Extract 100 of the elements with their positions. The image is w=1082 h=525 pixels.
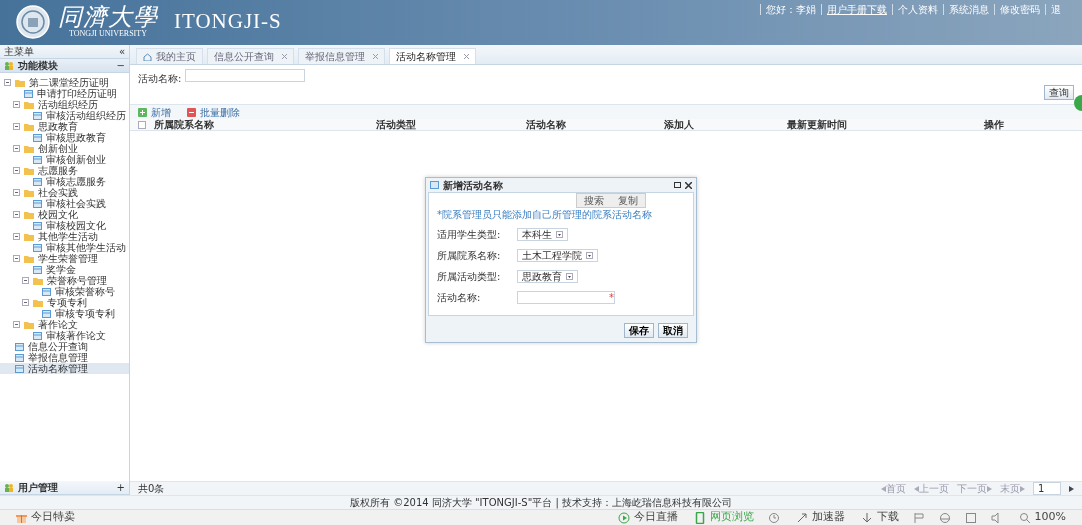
record-count: 共0条 xyxy=(138,483,165,494)
folder-icon xyxy=(24,320,34,329)
popup-button[interactable]: 复制 xyxy=(611,194,645,207)
tree-item[interactable]: 社会实践 xyxy=(0,187,129,198)
field-label: 所属院系名称: xyxy=(437,250,502,261)
tree-item[interactable]: 其他学生活动 xyxy=(0,231,129,242)
tree-item[interactable]: 审核其他学生活动 xyxy=(0,242,129,253)
tree-item[interactable]: 奖学金 xyxy=(0,264,129,275)
search-icon xyxy=(1018,511,1031,524)
tree-item[interactable]: 学生荣誉管理 xyxy=(0,253,129,264)
toolbar-button[interactable]: 批量删除 xyxy=(187,106,240,118)
panel-header[interactable]: 用户管理 + xyxy=(0,481,129,495)
collapse-icon[interactable] xyxy=(13,211,20,218)
column-header: 活动类型 xyxy=(376,119,417,130)
panel-header[interactable]: 功能模块 − xyxy=(0,59,129,73)
tree-item[interactable]: 审核荣誉称号 xyxy=(0,286,129,297)
list-icon xyxy=(15,342,24,351)
tree-item[interactable]: 信息公开查询 xyxy=(0,341,129,352)
tab[interactable]: 我的主页 xyxy=(136,48,203,64)
close-icon[interactable] xyxy=(685,181,692,189)
tree-item[interactable]: 举报信息管理 xyxy=(0,352,129,363)
tree-item[interactable]: 审核创新创业 xyxy=(0,154,129,165)
search-button[interactable]: 查询 xyxy=(1044,85,1074,100)
tree-item[interactable]: 志愿服务 xyxy=(0,165,129,176)
tree-item[interactable]: 专项专利 xyxy=(0,297,129,308)
panel-toggle[interactable]: − xyxy=(116,60,125,71)
tree-item[interactable]: 审核活动组织经历 xyxy=(0,110,129,121)
tree-item[interactable]: 活动组织经历 xyxy=(0,99,129,110)
item-label: 审核专项专利 xyxy=(55,308,115,319)
right-arrow-icon[interactable] xyxy=(1069,485,1074,492)
tab[interactable]: 活动名称管理 xyxy=(389,48,476,64)
folder-icon xyxy=(24,188,34,197)
select-field[interactable]: 思政教育 xyxy=(517,270,578,283)
list-icon xyxy=(33,177,42,186)
logo-subtitle: TONGJI UNIVERSITY xyxy=(69,30,147,40)
checkbox[interactable] xyxy=(138,120,146,129)
collapse-icon[interactable] xyxy=(4,79,11,86)
collapse-icon[interactable] xyxy=(13,233,20,240)
tab[interactable]: 信息公开查询 xyxy=(207,48,294,64)
status-item[interactable]: 下载 xyxy=(860,511,899,524)
list-icon xyxy=(33,331,42,340)
item-label: 活动组织经历 xyxy=(38,99,98,110)
item-label: 审核著作论文 xyxy=(46,330,106,341)
history-icon[interactable] xyxy=(767,511,780,524)
collapse-icon[interactable] xyxy=(13,255,20,262)
item-label: 审核其他学生活动 xyxy=(46,242,126,253)
status-item[interactable]: 今日直播 xyxy=(617,511,678,524)
collapse-icon[interactable] xyxy=(13,321,20,328)
globe-icon[interactable] xyxy=(938,511,951,524)
collapse-icon[interactable] xyxy=(13,189,20,196)
select-field[interactable]: 土木工程学院 xyxy=(517,249,598,262)
users-icon xyxy=(4,483,14,492)
tree-item[interactable]: 审核校园文化 xyxy=(0,220,129,231)
status-item[interactable]: 100% xyxy=(1018,511,1066,524)
list-icon xyxy=(33,221,42,230)
item-label: 创新创业 xyxy=(38,143,78,154)
tab[interactable]: 举报信息管理 xyxy=(298,48,385,64)
tree-item[interactable]: 活动名称管理 xyxy=(0,363,129,374)
popup-button[interactable]: 搜索 xyxy=(577,194,611,207)
collapse-icon[interactable] xyxy=(13,167,20,174)
toolbar-button[interactable]: 新增 xyxy=(138,106,171,118)
page-field[interactable]: 1 xyxy=(1033,482,1061,495)
tree-item[interactable]: 第二课堂经历证明 xyxy=(0,77,129,88)
tree-item[interactable]: 著作论文 xyxy=(0,319,129,330)
top-text: 系统消息 xyxy=(943,4,994,15)
tree-item[interactable]: 审核专项专利 xyxy=(0,308,129,319)
tree-item[interactable]: 思政教育 xyxy=(0,121,129,132)
tree-item[interactable]: 审核社会实践 xyxy=(0,198,129,209)
dialog-button[interactable]: 保存 xyxy=(624,323,654,338)
status-item[interactable]: 今日特卖 xyxy=(16,511,75,524)
collapse-icon[interactable] xyxy=(13,123,20,130)
logo-text: 同濟大學 xyxy=(58,4,158,31)
tree-item[interactable]: 申请打印经历证明 xyxy=(0,88,129,99)
collapse-icon[interactable] xyxy=(22,299,29,306)
note-text: *院系管理员只能添加自己所管理的院系活动名称 xyxy=(437,209,653,220)
tree-item[interactable]: 荣誉称号管理 xyxy=(0,275,129,286)
folder-icon xyxy=(33,276,43,285)
select-field[interactable]: 本科生 xyxy=(517,228,568,241)
item-label: 申请打印经历证明 xyxy=(37,88,117,99)
panel-title: 功能模块 xyxy=(18,60,59,71)
tree-item[interactable]: 审核著作论文 xyxy=(0,330,129,341)
dialog-button[interactable]: 取消 xyxy=(658,323,688,338)
top-text: 您好：李娟 xyxy=(760,4,821,15)
tree-item[interactable]: 审核志愿服务 xyxy=(0,176,129,187)
collapse-icon[interactable] xyxy=(13,145,20,152)
maximize-icon[interactable] xyxy=(674,182,681,188)
tree-item[interactable]: 校园文化 xyxy=(0,209,129,220)
collapse-button[interactable]: « xyxy=(118,46,125,57)
collapse-icon[interactable] xyxy=(13,101,20,108)
collapse-icon[interactable] xyxy=(22,277,29,284)
tree-item[interactable]: 创新创业 xyxy=(0,143,129,154)
status-item[interactable]: 加速器 xyxy=(795,511,845,524)
window-icon[interactable] xyxy=(964,511,977,524)
text-field[interactable]: * xyxy=(517,291,615,304)
item-label: 审核校园文化 xyxy=(46,220,106,231)
search-field[interactable] xyxy=(185,69,306,82)
item-label: 思政教育 xyxy=(38,121,78,132)
list-icon xyxy=(24,89,33,98)
tree-item[interactable]: 审核思政教育 xyxy=(0,132,129,143)
panel-toggle[interactable]: + xyxy=(116,482,125,493)
